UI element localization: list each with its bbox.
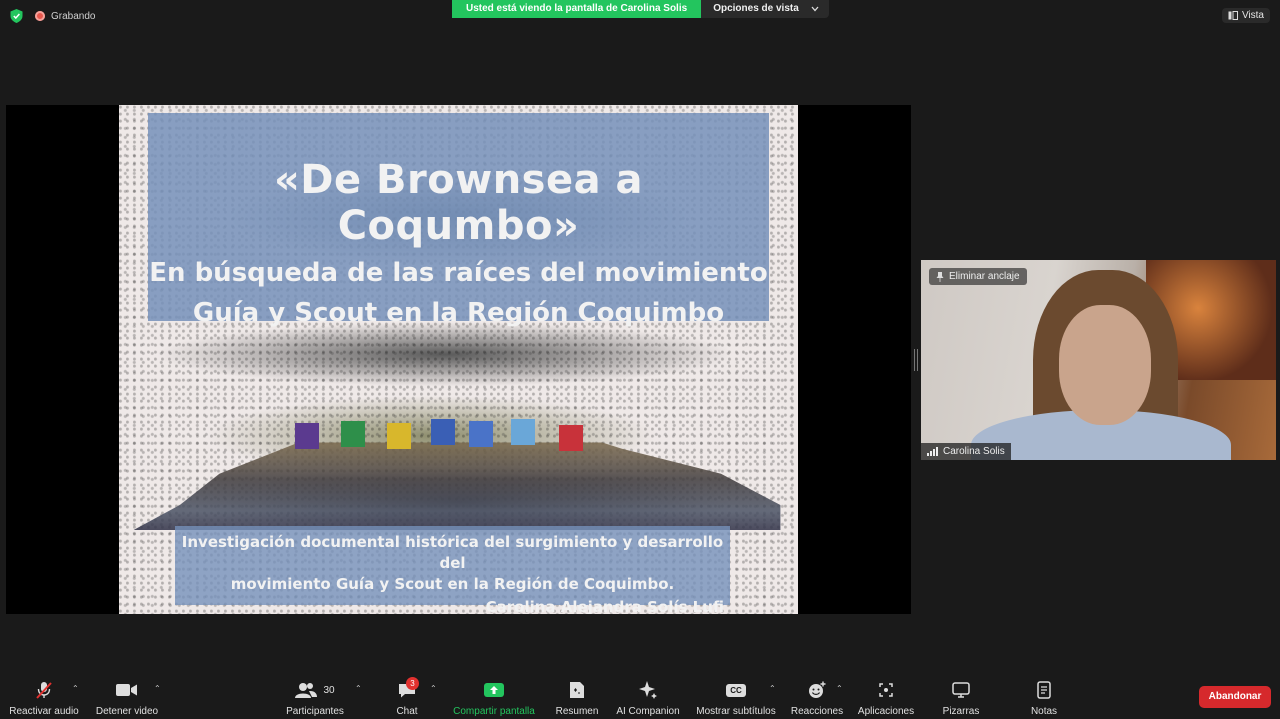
participants-button[interactable]: 30 Participantes: [282, 680, 348, 717]
microphone-muted-icon: [36, 682, 52, 699]
notes-button[interactable]: Notas: [1024, 680, 1064, 717]
leave-button[interactable]: Abandonar: [1199, 686, 1271, 708]
slide-title: «De Brownsea a Coqumbo»: [273, 157, 644, 249]
chat-options-caret[interactable]: ⌃: [430, 684, 437, 693]
pin-icon: [936, 271, 944, 282]
video-camera-icon: [116, 684, 137, 696]
slide-title-box: «De Brownsea a Coqumbo» En búsqueda de l…: [148, 113, 769, 328]
slide-author: Carolina Alejandra Solís Lufi: [485, 598, 724, 614]
whiteboard-icon: [952, 682, 970, 698]
apps-label: Aplicaciones: [857, 706, 915, 717]
shared-screen: «De Brownsea a Coqumbo» En búsqueda de l…: [6, 105, 911, 614]
viewing-screen-label: Usted está viendo la pantalla de Carolin…: [452, 0, 702, 18]
slide-subtitle-2: Guía y Scout en la Región Coquimbo: [192, 298, 725, 328]
flag-blue-1: [431, 419, 455, 445]
slide-description-1: Investigación documental histórica del s…: [181, 533, 724, 572]
view-layout-icon: [1228, 11, 1238, 20]
audio-options-caret[interactable]: ⌃: [72, 684, 79, 693]
view-button[interactable]: Vista: [1221, 8, 1270, 23]
chat-label: Chat: [396, 706, 418, 717]
apps-icon: [879, 683, 893, 697]
smiley-icon: [809, 681, 826, 698]
summary-icon: [570, 682, 584, 698]
ai-companion-button[interactable]: AI Companion: [614, 680, 682, 717]
summary-label: Resumen: [555, 706, 599, 717]
flag-red: [559, 425, 583, 451]
top-status: Grabando: [10, 9, 95, 23]
flag-lightblue: [511, 419, 535, 445]
recording-label: Grabando: [51, 10, 96, 22]
resize-handle[interactable]: [914, 349, 918, 371]
unmute-label: Reactivar audio: [9, 706, 79, 717]
slide-description-2: movimiento Guía y Scout en la Región de …: [230, 575, 675, 593]
whiteboards-button[interactable]: Pizarras: [938, 680, 984, 717]
flag-yellow: [387, 423, 411, 449]
ai-companion-label: AI Companion: [616, 706, 680, 717]
record-icon: [35, 11, 45, 21]
flag-green: [341, 421, 365, 447]
video-options-caret[interactable]: ⌃: [154, 684, 161, 693]
flag-blue-2: [469, 421, 493, 447]
participants-count: 30: [323, 684, 335, 696]
reactions-options-caret[interactable]: ⌃: [836, 684, 843, 693]
signal-icon: [927, 447, 938, 456]
stop-video-button[interactable]: Detener video: [92, 680, 162, 717]
captions-label: Mostrar subtítulos: [696, 706, 776, 717]
participant-face: [1059, 305, 1151, 425]
share-screen-icon: [484, 683, 504, 697]
captions-button[interactable]: CC Mostrar subtítulos: [692, 680, 780, 717]
notes-icon: [1037, 681, 1051, 699]
participants-label: Participantes: [286, 706, 344, 717]
participant-name-tag: Carolina Solis: [921, 443, 1011, 460]
unpin-button[interactable]: Eliminar anclaje: [929, 268, 1027, 285]
participants-icon: [295, 683, 318, 698]
share-screen-button[interactable]: Compartir pantalla: [448, 680, 540, 717]
slide-description-box: Investigación documental histórica del s…: [175, 526, 730, 614]
stop-video-label: Detener video: [95, 706, 159, 717]
view-options-label: Opciones de vista: [713, 3, 799, 14]
sparkle-icon: [639, 681, 657, 699]
reactions-label: Reacciones: [790, 706, 844, 717]
share-screen-label: Compartir pantalla: [453, 706, 535, 717]
chevron-down-icon: [811, 6, 819, 12]
captions-options-caret[interactable]: ⌃: [769, 684, 776, 693]
view-options-button[interactable]: Opciones de vista: [701, 0, 829, 18]
whiteboards-label: Pizarras: [942, 706, 980, 717]
chat-unread-badge: 3: [406, 677, 419, 690]
unmute-button[interactable]: Reactivar audio: [8, 680, 80, 717]
apps-button[interactable]: Aplicaciones: [856, 680, 916, 717]
notes-label: Notas: [1030, 706, 1058, 717]
participant-name: Carolina Solis: [943, 446, 1005, 457]
slide-subtitle-1: En búsqueda de las raíces del movimiento: [149, 258, 768, 288]
participant-video[interactable]: Eliminar anclaje Carolina Solis: [921, 260, 1276, 460]
recording-indicator[interactable]: Grabando: [35, 11, 95, 22]
presentation-slide: «De Brownsea a Coqumbo» En búsqueda de l…: [119, 105, 798, 614]
meeting-toolbar: Reactivar audio ⌃ Detener video ⌃ 30 Par…: [0, 676, 1280, 719]
participants-options-caret[interactable]: ⌃: [355, 684, 362, 693]
summary-button[interactable]: Resumen: [552, 680, 602, 717]
share-banner: Usted está viendo la pantalla de Carolin…: [452, 0, 829, 18]
shield-icon[interactable]: [10, 9, 23, 23]
unpin-label: Eliminar anclaje: [949, 271, 1020, 282]
closed-captions-icon: CC: [726, 683, 746, 697]
flag-purple: [295, 423, 319, 449]
chat-button[interactable]: 3 Chat: [390, 677, 424, 717]
view-button-label: Vista: [1241, 10, 1264, 21]
